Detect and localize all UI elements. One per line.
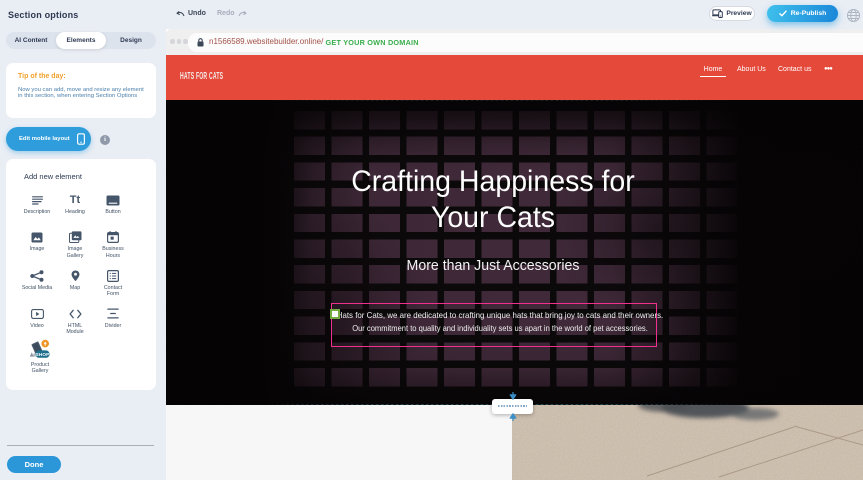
svg-text:SHOP: SHOP — [36, 352, 50, 357]
